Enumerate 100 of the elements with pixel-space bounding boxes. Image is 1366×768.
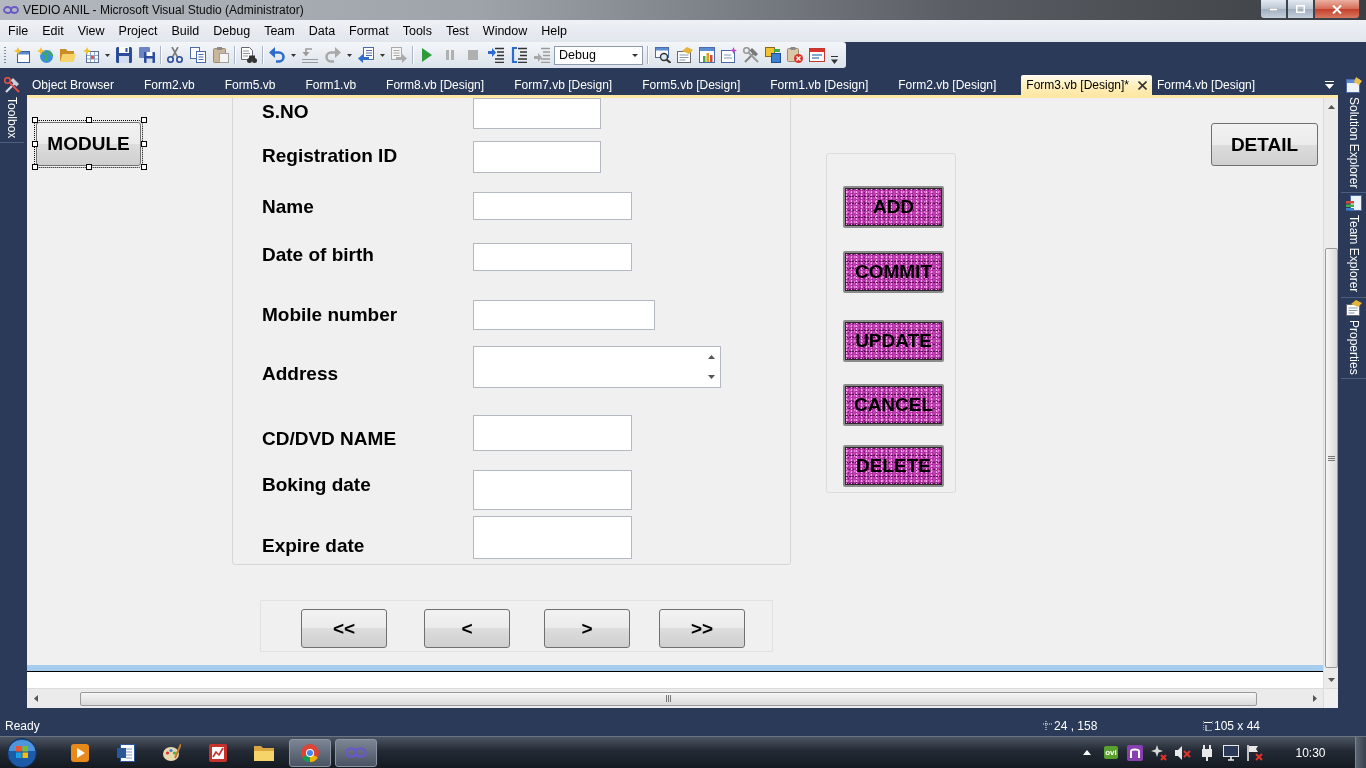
taskbar-button[interactable] xyxy=(335,738,377,767)
action-button[interactable]: CANCEL xyxy=(843,384,944,426)
document-tab[interactable]: Form3.vb [Design]* xyxy=(1021,75,1153,95)
menu-item[interactable]: Test xyxy=(438,20,476,42)
scissors-icon[interactable] xyxy=(166,47,183,63)
up-arrow-icon[interactable] xyxy=(708,355,715,359)
close-icon[interactable] xyxy=(1138,80,1148,90)
document-tab[interactable]: Form2.vb [Design] xyxy=(893,75,1022,95)
menu-item[interactable]: Edit xyxy=(35,20,71,42)
text-field[interactable] xyxy=(473,300,655,330)
navigation-button[interactable]: > xyxy=(544,609,630,648)
dropdown-arrow-icon[interactable] xyxy=(104,53,110,57)
multiline-field[interactable] xyxy=(473,346,721,388)
taskbar-button[interactable] xyxy=(289,738,331,767)
card-hand-icon[interactable] xyxy=(677,47,693,63)
clipboard-x-icon[interactable] xyxy=(787,47,803,63)
module-button[interactable]: MODULE xyxy=(36,122,141,166)
two-pages-icon[interactable] xyxy=(189,47,206,63)
document-tab[interactable]: Form1.vb [Design] xyxy=(765,75,894,95)
palette-icon[interactable] xyxy=(163,743,181,762)
resize-handle[interactable] xyxy=(32,141,38,147)
menu-item[interactable]: Project xyxy=(111,20,165,42)
action-button[interactable]: COMMIT xyxy=(843,251,944,293)
detail-button[interactable]: DETAIL xyxy=(1211,123,1318,166)
menu-item[interactable]: Help xyxy=(534,20,574,42)
menu-item[interactable]: Team xyxy=(257,20,302,42)
play-icon[interactable] xyxy=(421,48,432,62)
two-floppy-disks-icon[interactable] xyxy=(138,47,155,63)
sparkle-x-icon[interactable] xyxy=(1151,744,1167,761)
dropdown-arrow-icon[interactable] xyxy=(290,53,296,57)
text-field[interactable] xyxy=(473,243,632,271)
resize-handle[interactable] xyxy=(141,164,147,170)
resize-handle[interactable] xyxy=(32,164,38,170)
vertical-scrollbar[interactable] xyxy=(1323,98,1338,688)
dropdown-arrow-icon[interactable] xyxy=(346,53,352,57)
clock[interactable]: 10:30 xyxy=(1276,745,1345,760)
page-binoculars-icon[interactable] xyxy=(240,47,257,63)
resize-handle[interactable] xyxy=(86,164,92,170)
configuration-dropdown[interactable]: Debug xyxy=(554,45,643,65)
open-folder-icon[interactable] xyxy=(59,47,76,63)
window-star-icon[interactable] xyxy=(13,47,30,63)
menu-item[interactable]: Tools xyxy=(395,20,439,42)
folder-icon[interactable] xyxy=(254,744,274,761)
close-button[interactable] xyxy=(1314,0,1360,19)
tab-list-arrow-icon[interactable] xyxy=(1325,81,1334,89)
text-field[interactable] xyxy=(473,192,632,220)
navigation-button[interactable]: >> xyxy=(659,609,745,648)
menu-item[interactable]: Data xyxy=(301,20,343,42)
document-tab[interactable]: Object Browser xyxy=(27,75,140,95)
menu-item[interactable]: Window xyxy=(475,20,535,42)
resize-handle[interactable] xyxy=(141,141,147,147)
text-field[interactable] xyxy=(473,470,632,510)
grid-star-icon[interactable] xyxy=(82,47,99,63)
action-button[interactable]: UPDATE xyxy=(843,320,944,362)
flag-x-icon[interactable] xyxy=(1247,744,1263,761)
document-tab[interactable]: Form5.vb [Design] xyxy=(637,75,766,95)
undo-icon[interactable] xyxy=(268,47,285,63)
lines-bracket-icon[interactable] xyxy=(510,47,527,63)
document-tab[interactable]: Form5.vb xyxy=(219,75,301,95)
stacked-squares-icon[interactable] xyxy=(765,47,781,63)
lines-arrow-icon[interactable] xyxy=(487,47,504,63)
down-arrow-icon[interactable] xyxy=(708,375,715,379)
monitor-icon[interactable] xyxy=(1223,744,1239,761)
up-arrow-icon[interactable] xyxy=(1083,750,1091,755)
show-desktop-button[interactable] xyxy=(1355,737,1366,768)
action-button[interactable]: DELETE xyxy=(843,445,944,487)
menu-item[interactable]: File xyxy=(1,20,36,42)
resize-handle[interactable] xyxy=(141,117,147,123)
scrollbar-thumb[interactable] xyxy=(80,691,1257,706)
hammer-wrench-icon[interactable] xyxy=(743,47,759,63)
curve-tile-icon[interactable] xyxy=(1127,744,1143,761)
dropdown-arrow-icon[interactable] xyxy=(379,53,385,57)
text-field[interactable] xyxy=(473,98,601,129)
window-chart-icon[interactable] xyxy=(699,47,715,63)
menu-item[interactable]: View xyxy=(70,20,112,42)
navigation-button[interactable]: << xyxy=(301,609,387,648)
document-tab[interactable]: Form2.vb xyxy=(139,75,220,95)
document-tab[interactable]: Form4.vb [Design] xyxy=(1152,75,1281,95)
menu-item[interactable]: Debug xyxy=(206,20,258,42)
maximize-button[interactable] xyxy=(1287,0,1314,19)
window-list-icon[interactable] xyxy=(809,47,825,63)
horizontal-scrollbar[interactable] xyxy=(27,688,1323,708)
side-panel-tab[interactable]: Solution Explorer xyxy=(1341,75,1366,194)
page-left-arrow-icon[interactable] xyxy=(357,47,374,63)
start-orb-icon[interactable] xyxy=(6,737,38,768)
minimize-button[interactable] xyxy=(1260,0,1287,19)
text-field[interactable] xyxy=(473,415,632,451)
down-arrow-icon[interactable] xyxy=(1327,677,1335,682)
side-panel-tab[interactable]: Team Explorer xyxy=(1341,193,1366,298)
window-sparkle-icon[interactable] xyxy=(721,47,737,63)
resize-handle[interactable] xyxy=(86,117,92,123)
document-icon[interactable] xyxy=(117,743,135,762)
overflow-arrow-icon[interactable] xyxy=(830,56,838,64)
plug-icon[interactable] xyxy=(1199,744,1215,761)
left-arrow-icon[interactable] xyxy=(33,695,38,702)
play-tile-icon[interactable] xyxy=(71,743,89,762)
document-tab[interactable]: Form1.vb xyxy=(300,75,382,95)
right-arrow-icon[interactable] xyxy=(1312,695,1317,702)
navigation-button[interactable]: < xyxy=(424,609,510,648)
scrollbar-thumb[interactable] xyxy=(1324,248,1338,668)
